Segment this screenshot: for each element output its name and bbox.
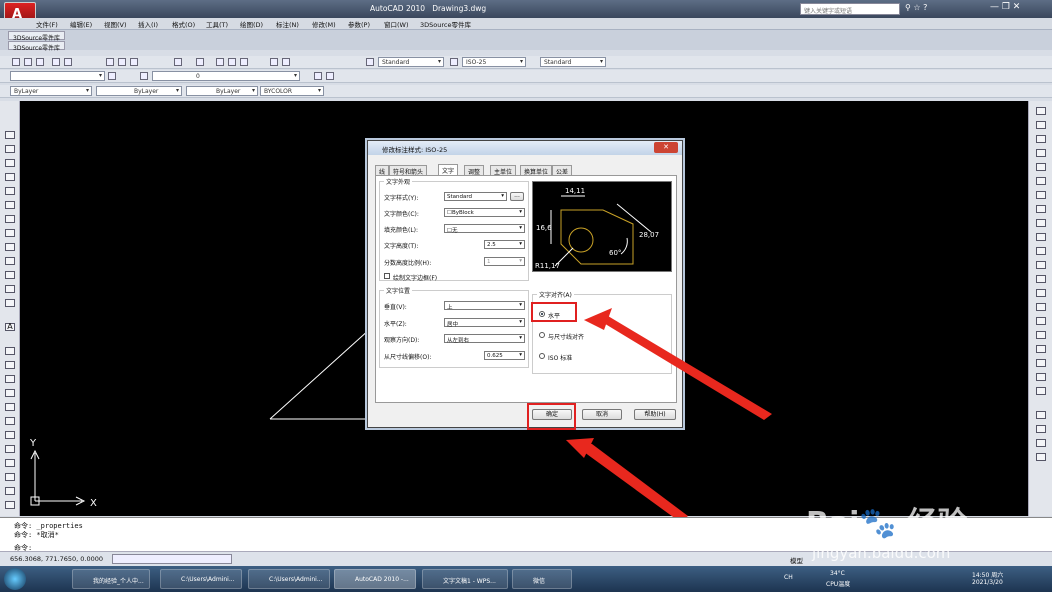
start-button[interactable] — [4, 568, 26, 590]
language-indicator[interactable]: CH — [784, 574, 793, 581]
taskbar-item-autocad[interactable]: AutoCAD 2010 -... — [334, 569, 416, 589]
command-history-2: 命令: *取消* — [14, 531, 59, 539]
clock-time[interactable]: 14:50 周六 — [972, 570, 1003, 579]
cpu-temp-label: CPU温度 — [826, 581, 851, 588]
model-button[interactable]: 模型 — [790, 555, 803, 565]
temperature: 34°C — [830, 570, 845, 577]
taskbar-item-wps[interactable]: 文字文稿1 - WPS... — [422, 569, 508, 589]
taskbar-item-explorer-2[interactable]: C:\Users\Admini... — [248, 569, 330, 589]
windows-taskbar: 我的经验_个人中... C:\Users\Admini... C:\Users\… — [0, 566, 1052, 592]
taskbar-item-browser[interactable]: 我的经验_个人中... — [72, 569, 150, 589]
clock-date[interactable]: 2021/3/20 — [972, 579, 1003, 586]
drafting-toggles[interactable] — [112, 554, 232, 564]
watermark-brand: Bai — [806, 506, 860, 541]
watermark-url: jingyan.baidu.com — [812, 544, 951, 562]
coordinate-readout: 656.3068, 771.7650, 0.0000 — [10, 555, 104, 563]
watermark-brand2: 经验 — [907, 506, 968, 541]
autocad-window: A AutoCAD 2010 Drawing3.dwg 键入关键字或短语 ⚲ ☆… — [0, 0, 1052, 592]
taskbar-item-wechat[interactable]: 微信 — [512, 569, 572, 589]
taskbar-item-explorer-1[interactable]: C:\Users\Admini... — [160, 569, 242, 589]
